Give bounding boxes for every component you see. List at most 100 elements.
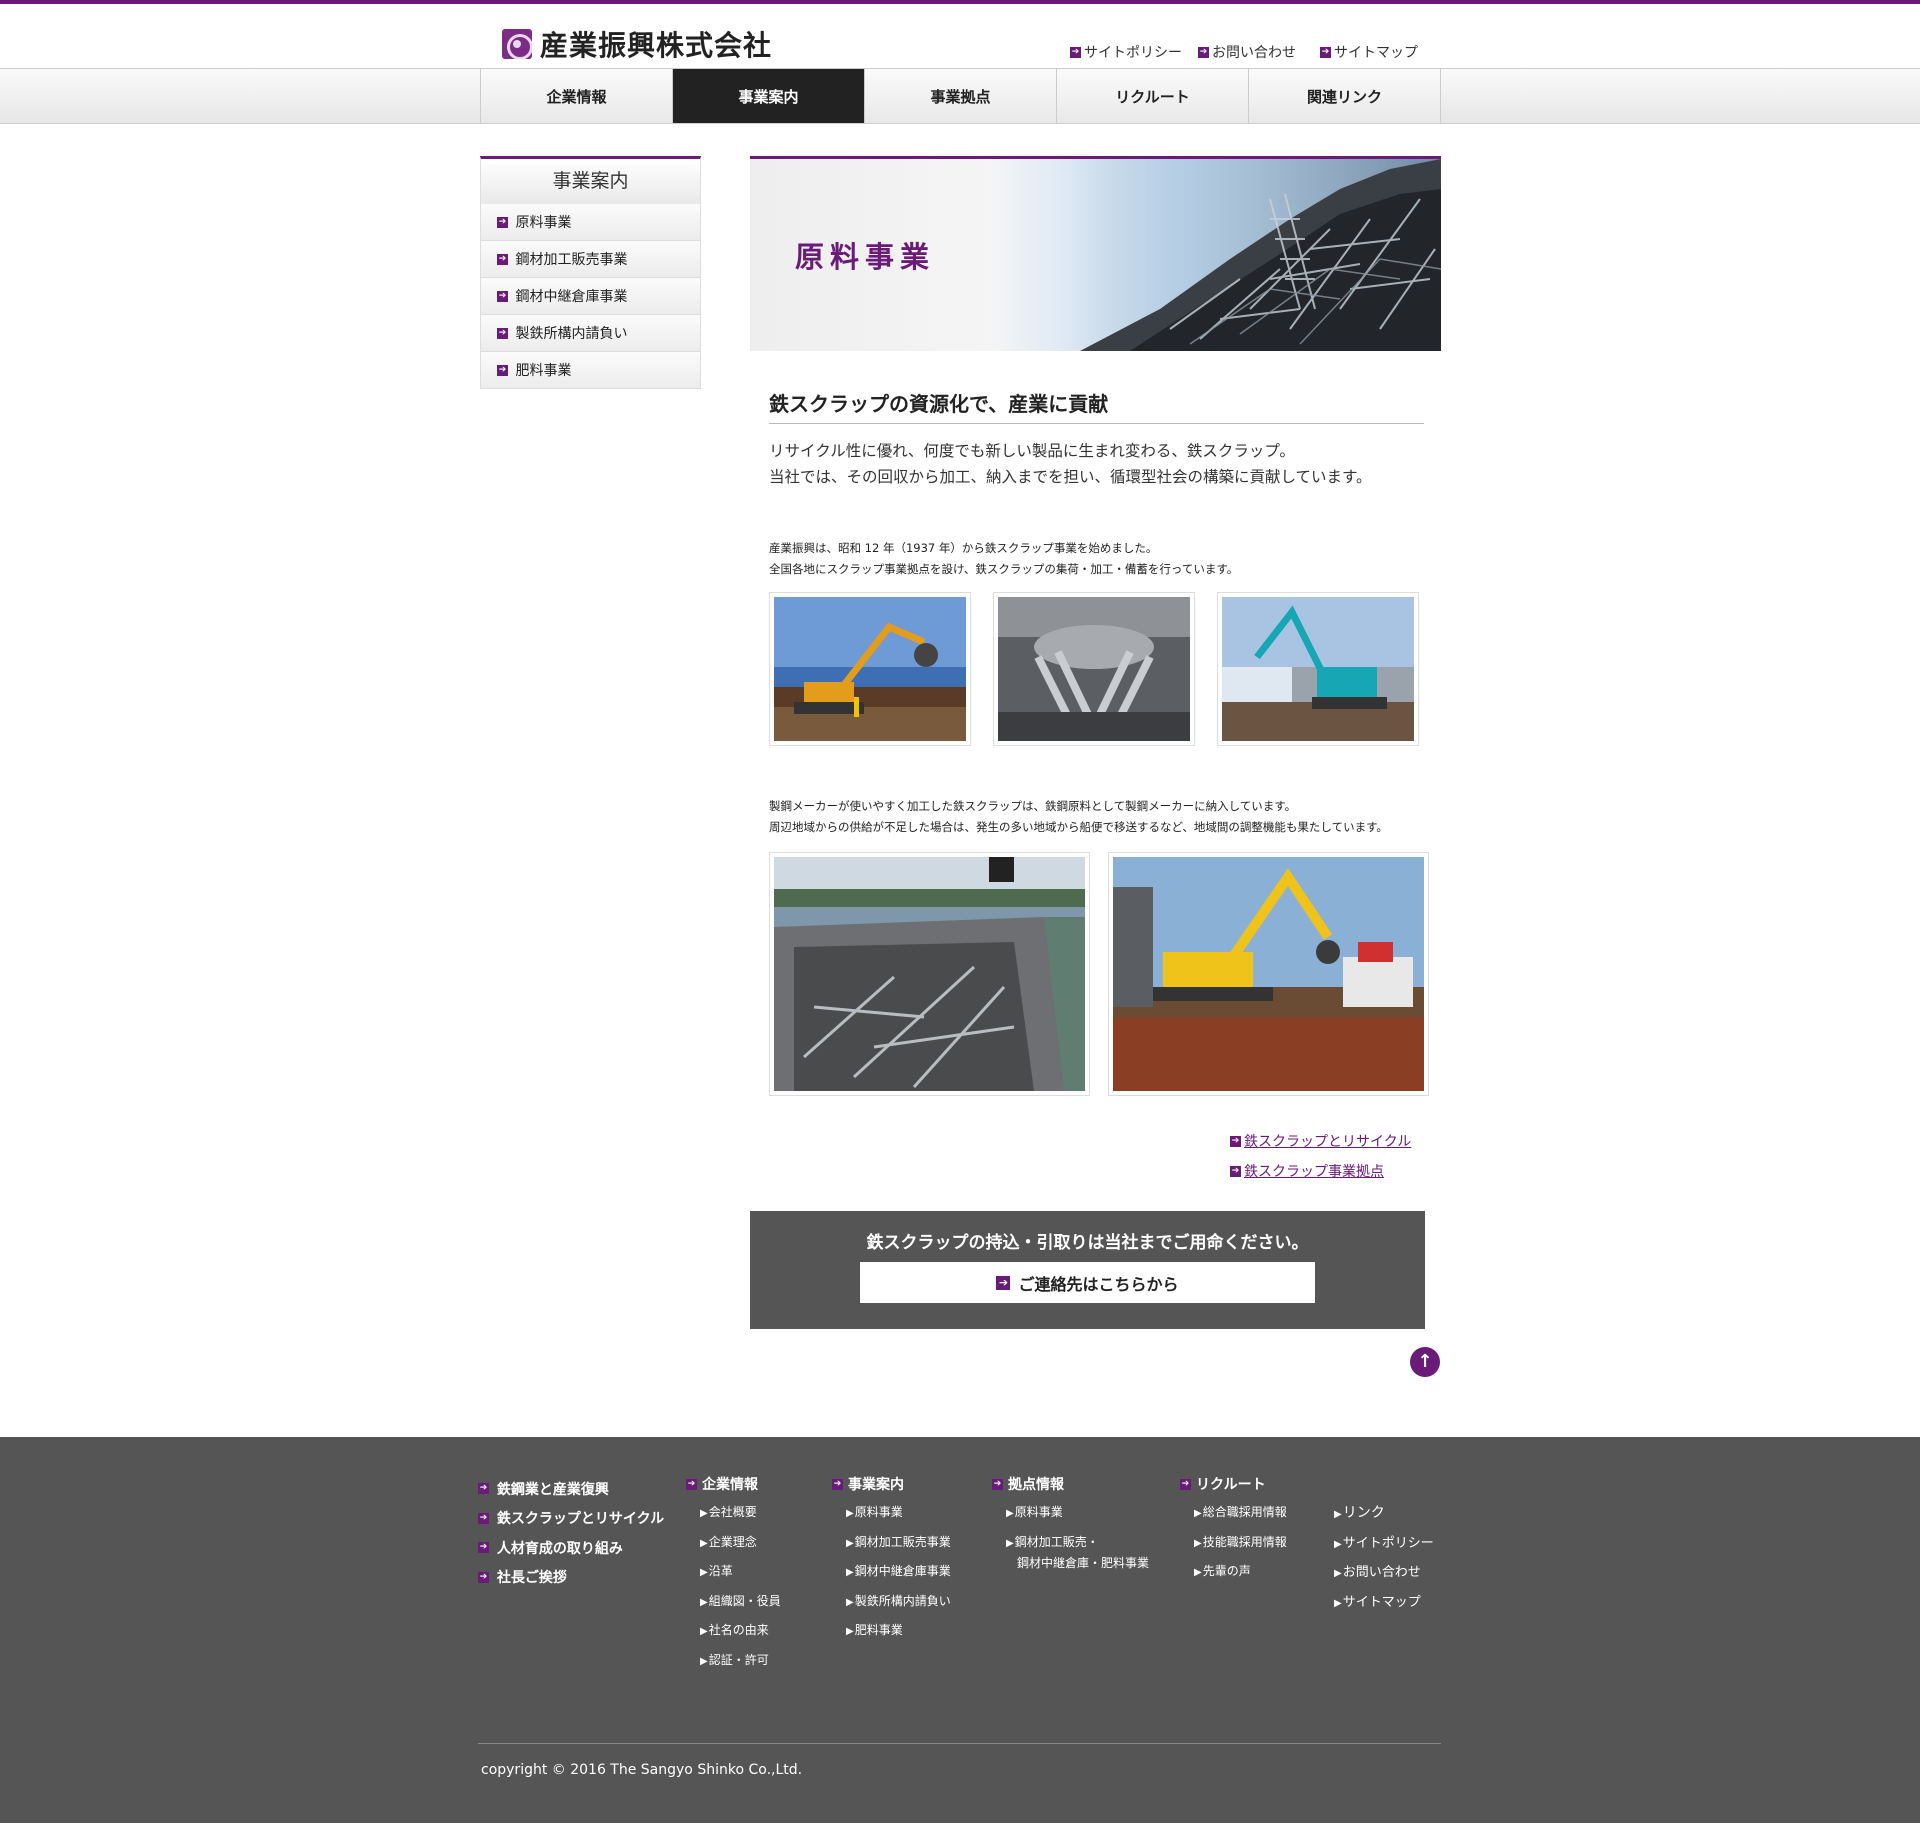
cta-text: 鉄スクラップの持込・引取りは当社までご用命ください。	[866, 1233, 1309, 1253]
arrow-icon: ➔	[1230, 1165, 1241, 1177]
footer-link[interactable]: 技能職採用情報	[1180, 1533, 1287, 1563]
footer-col-recruit: ➔リクルート 総合職採用情報 技能職採用情報 先輩の声	[1180, 1474, 1287, 1592]
footer-link-continued[interactable]: 鋼材中継倉庫・肥料事業	[992, 1554, 1149, 1571]
photo-yellow-excavator-ship	[1108, 852, 1429, 1096]
scrap-pile-image	[1040, 159, 1441, 351]
footer-link[interactable]: 鋼材加工販売事業	[832, 1533, 951, 1563]
gnav-related-links[interactable]: 関連リンク	[1249, 69, 1441, 123]
related-links: ➔ 鉄スクラップとリサイクル ➔ 鉄スクラップ事業拠点	[769, 1126, 1424, 1186]
footer-link-scrap-recycle[interactable]: ➔ 鉄スクラップとリサイクル	[478, 1504, 664, 1534]
footer-link[interactable]: 総合職採用情報	[1180, 1503, 1287, 1533]
arrow-icon: ➔	[497, 327, 508, 339]
sidebar-item-raw-materials[interactable]: ➔ 原料事業	[480, 204, 701, 241]
footer-link-ceo-message[interactable]: ➔ 社長ご挨拶	[478, 1563, 664, 1593]
footer-link[interactable]: 会社概要	[686, 1503, 781, 1533]
footer-link[interactable]: 原料事業	[992, 1503, 1149, 1533]
arrow-icon: ➔	[1180, 1478, 1191, 1490]
footer-link[interactable]: 先輩の声	[1180, 1562, 1287, 1592]
utility-nav: ➔ サイトポリシー ➔ お問い合わせ ➔ サイトマップ	[1070, 42, 1418, 62]
arrow-icon: ➔	[497, 253, 508, 265]
main-content: 原料事業 鉄スクラップの資源化で、産業に貢献 リサイクル性に優れ、何度でも新しい…	[750, 156, 1441, 1329]
hero-banner: 原料事業	[750, 156, 1441, 351]
footer-link-site-policy[interactable]: サイトポリシー	[1320, 1532, 1434, 1562]
arrow-icon: ➔	[497, 216, 508, 228]
sidebar-item-steel-warehouse[interactable]: ➔ 鋼材中継倉庫事業	[480, 278, 701, 315]
footer-link[interactable]: 鋼材中継倉庫事業	[832, 1562, 951, 1592]
gnav-company-info[interactable]: 企業情報	[481, 69, 673, 123]
sidebar-item-fertilizer[interactable]: ➔ 肥料事業	[480, 352, 701, 389]
global-nav: 企業情報 事業案内 事業拠点 リクルート 関連リンク	[0, 69, 1920, 124]
site-header: 産業振興株式会社 ➔ サイトポリシー ➔ お問い合わせ ➔ サイトマップ	[0, 4, 1920, 69]
arrow-icon: ➔	[478, 1483, 489, 1495]
arrow-icon: ➔	[478, 1512, 489, 1524]
footer-head-company[interactable]: ➔ 企業情報	[686, 1474, 781, 1494]
footer-link-links[interactable]: リンク	[1320, 1502, 1434, 1532]
footer-link[interactable]: 社名の由来	[686, 1621, 781, 1651]
arrow-icon: ➔	[497, 290, 508, 302]
arrow-icon: ➔	[478, 1571, 489, 1583]
arrow-icon: ➔	[1198, 46, 1209, 58]
sidebar-title: 事業案内	[480, 156, 701, 204]
util-link-sitemap[interactable]: ➔ サイトマップ	[1320, 42, 1418, 62]
footer-link-steel-recovery[interactable]: ➔ 鉄鋼業と産業復興	[478, 1474, 664, 1504]
footer-link[interactable]: 鋼材加工販売・	[992, 1533, 1149, 1550]
footer-col-company: ➔企業情報 会社概要 企業理念 沿革 組織図・役員 社名の由来 認証・許可	[686, 1474, 781, 1680]
contact-button[interactable]: ➔ ご連絡先はこちらから	[860, 1262, 1315, 1303]
gnav-recruit[interactable]: リクルート	[1057, 69, 1249, 123]
footer-feature-links: ➔ 鉄鋼業と産業復興 ➔ 鉄スクラップとリサイクル ➔ 人材育成の取り組み ➔ …	[478, 1474, 664, 1592]
photo-row-2	[769, 852, 1429, 1096]
footer-divider	[478, 1743, 1441, 1744]
arrow-icon: ➔	[1070, 46, 1081, 58]
photo-row-1	[769, 592, 1424, 746]
util-link-contact[interactable]: ➔ お問い合わせ	[1198, 42, 1296, 62]
link-scrap-locations[interactable]: ➔ 鉄スクラップ事業拠点	[1230, 1156, 1424, 1186]
footer-head-recruit[interactable]: ➔ リクルート	[1180, 1474, 1287, 1494]
shipping-paragraph: 製鋼メーカーが使いやすく加工した鉄スクラップは、鉄鋼原料として製鋼メーカーに納入…	[769, 799, 1388, 834]
footer-col-locations: ➔拠点情報 原料事業 鋼材加工販売・ 鋼材中継倉庫・肥料事業	[992, 1474, 1149, 1571]
arrow-icon: ➔	[992, 1478, 1003, 1490]
footer-link[interactable]: 企業理念	[686, 1533, 781, 1563]
footer-link[interactable]: 原料事業	[832, 1503, 951, 1533]
footer-link[interactable]: 肥料事業	[832, 1621, 951, 1651]
footer-link[interactable]: 製鉄所構内請負い	[832, 1592, 951, 1622]
photo-scrap-ship-hold	[769, 852, 1090, 1096]
site-logo[interactable]: 産業振興株式会社	[502, 24, 772, 64]
footer-link[interactable]: 沿革	[686, 1562, 781, 1592]
footer-link-hr-development[interactable]: ➔ 人材育成の取り組み	[478, 1533, 664, 1563]
arrow-icon: ➔	[478, 1542, 489, 1554]
contact-cta: 鉄スクラップの持込・引取りは当社までご用命ください。 ➔ ご連絡先はこちらから	[750, 1211, 1425, 1329]
lead-text: リサイクル性に優れ、何度でも新しい製品に生まれ変わる、鉄スクラップ。 当社では、…	[769, 442, 1372, 486]
company-name: 産業振興株式会社	[540, 29, 773, 62]
arrow-icon: ➔	[996, 1275, 1011, 1290]
arrow-icon: ➔	[1320, 46, 1331, 58]
company-emblem-icon	[502, 29, 532, 59]
photo-teal-excavator	[1217, 592, 1419, 746]
back-to-top-icon[interactable]: ↑	[1410, 1347, 1440, 1377]
footer-head-locations[interactable]: ➔ 拠点情報	[992, 1474, 1149, 1494]
site-footer: ➔ 鉄鋼業と産業復興 ➔ 鉄スクラップとリサイクル ➔ 人材育成の取り組み ➔ …	[0, 1437, 1920, 1823]
footer-col-misc: リンク サイトポリシー お問い合わせ サイトマップ	[1320, 1502, 1434, 1620]
footer-col-business: ➔事業案内 原料事業 鋼材加工販売事業 鋼材中継倉庫事業 製鉄所構内請負い 肥料…	[832, 1474, 951, 1651]
section-heading: 鉄スクラップの資源化で、産業に貢献	[769, 388, 1424, 424]
sidebar-item-steelworks-contract[interactable]: ➔ 製鉄所構内請負い	[480, 315, 701, 352]
arrow-icon: ➔	[686, 1478, 697, 1490]
footer-head-business[interactable]: ➔ 事業案内	[832, 1474, 951, 1494]
hero-title: 原料事業	[795, 240, 936, 274]
util-link-site-policy[interactable]: ➔ サイトポリシー	[1070, 42, 1182, 62]
footer-link[interactable]: 組織図・役員	[686, 1592, 781, 1622]
footer-link-sitemap[interactable]: サイトマップ	[1320, 1591, 1434, 1621]
sidebar-item-steel-processing[interactable]: ➔ 鋼材加工販売事業	[480, 241, 701, 278]
copyright: copyright © 2016 The Sangyo Shinko Co.,L…	[481, 1762, 803, 1778]
footer-link[interactable]: 認証・許可	[686, 1651, 781, 1681]
sidebar: 事業案内 ➔ 原料事業 ➔ 鋼材加工販売事業 ➔ 鋼材中継倉庫事業 ➔ 製鉄所構…	[480, 156, 701, 389]
photo-orange-excavator	[769, 592, 971, 746]
arrow-icon: ➔	[832, 1478, 843, 1490]
gnav-locations[interactable]: 事業拠点	[865, 69, 1057, 123]
link-scrap-recycle[interactable]: ➔ 鉄スクラップとリサイクル	[1230, 1126, 1424, 1156]
arrow-icon: ➔	[1230, 1135, 1241, 1147]
intro-paragraph: 産業振興は、昭和 12 年（1937 年）から鉄スクラップ事業を始めました。 全…	[769, 541, 1239, 576]
photo-scrap-grapple	[993, 592, 1195, 746]
gnav-business[interactable]: 事業案内	[673, 69, 865, 123]
footer-link-contact[interactable]: お問い合わせ	[1320, 1561, 1434, 1591]
arrow-icon: ➔	[497, 364, 508, 376]
